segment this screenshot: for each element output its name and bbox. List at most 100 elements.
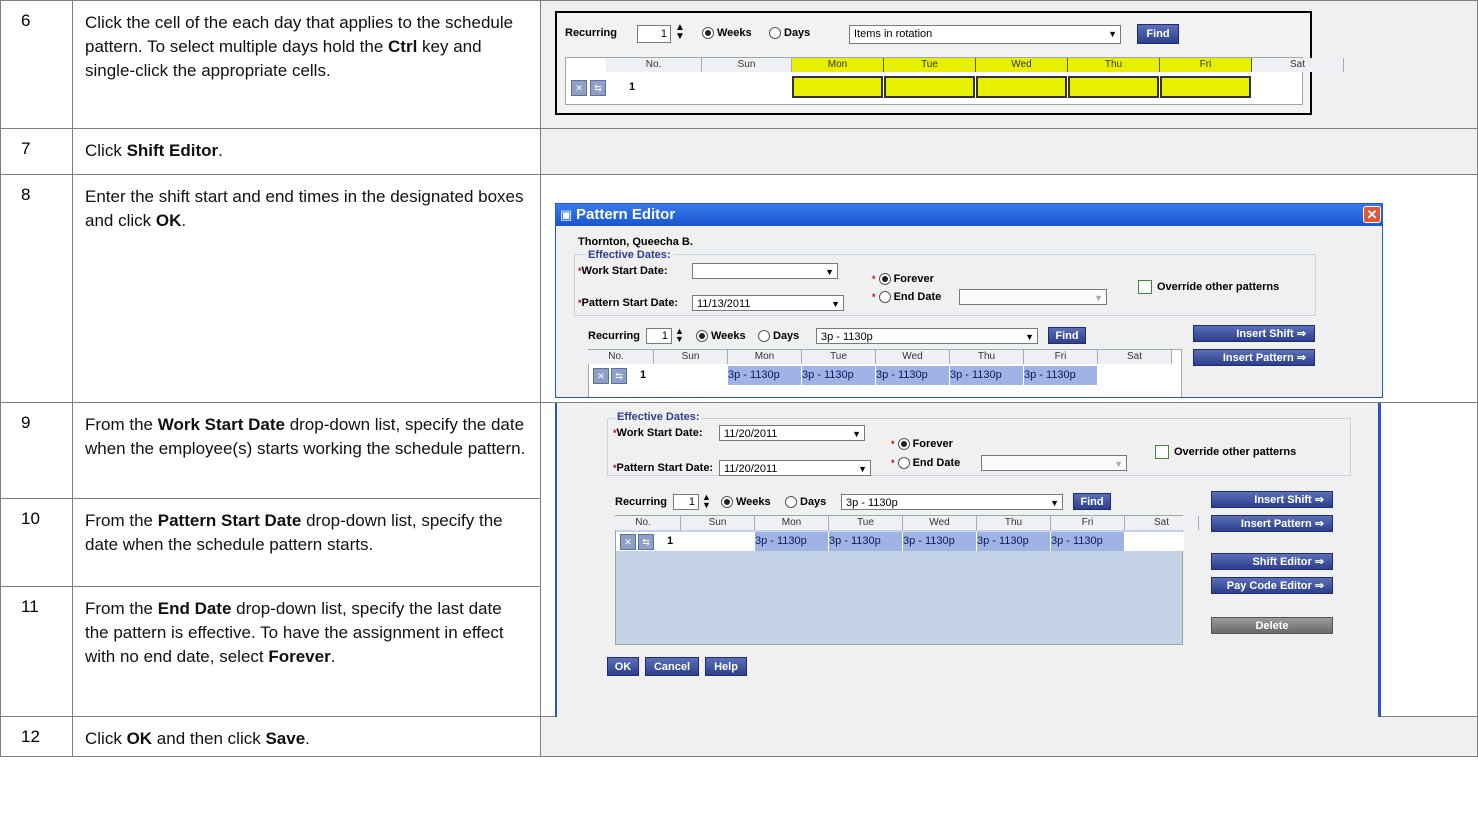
find-button[interactable]: Find <box>1048 327 1086 344</box>
day-cell[interactable]: 3p - 1130p <box>903 532 976 551</box>
override-checkbox[interactable]: Override other patterns <box>1138 280 1279 294</box>
cancel-button[interactable]: Cancel <box>645 657 699 676</box>
delete-button[interactable]: Delete <box>1211 617 1333 634</box>
day-cell[interactable]: 3p - 1130p <box>755 532 828 551</box>
work-start-label: *Work Start Date: <box>613 427 703 439</box>
procedure-table: 6 Click the cell of the each day that ap… <box>0 0 1478 757</box>
step-text: Click the cell of the each day that appl… <box>72 0 541 129</box>
pattern-grid: No. Sun Mon Tue Wed Thu Fri Sat ✕ ⇆ 1 3p - 1130… <box>579 349 1182 397</box>
days-radio[interactable]: Days <box>758 330 799 343</box>
delete-row-icon[interactable]: ✕ <box>571 80 587 96</box>
weeks-radio[interactable]: Weeks <box>702 27 752 40</box>
column-header: Thu <box>950 350 1024 364</box>
pattern-start-combo[interactable]: 11/13/2011 ▼ <box>692 295 844 311</box>
find-button[interactable]: Find <box>1073 493 1111 510</box>
day-cell[interactable]: 3p - 1130p <box>802 366 875 385</box>
column-header: Wed <box>903 516 977 530</box>
column-header: Mon <box>792 58 884 72</box>
delete-row-icon[interactable]: ✕ <box>620 534 636 550</box>
step-text: From the Work Start Date drop-down list,… <box>72 402 541 499</box>
dialog-title: Pattern Editor <box>576 206 676 223</box>
insert-pattern-button[interactable]: Insert Pattern ⇒ <box>1193 349 1315 366</box>
chevron-down-icon: ▼ <box>825 267 834 277</box>
days-radio[interactable]: Days <box>769 27 810 40</box>
end-date-radio[interactable]: * End Date <box>891 457 960 470</box>
window-icon: ▣ <box>560 207 573 222</box>
days-radio[interactable]: Days <box>785 496 826 509</box>
spinner-arrows-icon[interactable]: ▲ ▼ <box>702 493 711 510</box>
insert-shift-button[interactable]: Insert Shift ⇒ <box>1193 325 1315 342</box>
help-button[interactable]: Help <box>705 657 747 676</box>
column-header: Mon <box>755 516 829 530</box>
end-date-combo[interactable]: ▼ <box>959 289 1107 305</box>
day-cell[interactable]: 3p - 1130p <box>1051 532 1124 551</box>
step-number: 8 <box>0 174 73 403</box>
ok-button[interactable]: OK <box>607 657 639 676</box>
close-icon[interactable]: ✕ <box>1363 206 1381 223</box>
weeks-radio[interactable]: Weeks <box>696 330 746 343</box>
day-cell[interactable]: 3p - 1130p <box>977 532 1050 551</box>
end-date-combo[interactable]: ▼ <box>981 455 1127 471</box>
day-cell[interactable] <box>681 532 754 551</box>
swap-row-icon[interactable]: ⇆ <box>611 368 627 384</box>
column-header: No. <box>606 516 681 530</box>
step-number: 7 <box>0 128 73 175</box>
day-cell[interactable]: 3p - 1130p <box>950 366 1023 385</box>
column-header: No. <box>606 58 702 72</box>
shift-combo[interactable]: 3p - 1130p ▼ <box>841 494 1063 510</box>
step-text: Enter the shift start and end times in t… <box>72 174 541 403</box>
work-start-combo[interactable]: ▼ <box>692 263 838 279</box>
day-cell[interactable] <box>1252 76 1343 98</box>
pay-code-editor-button[interactable]: Pay Code Editor ⇒ <box>1211 577 1333 594</box>
day-cell[interactable] <box>1098 366 1171 385</box>
spinner-arrows-icon[interactable]: ▲ ▼ <box>675 327 684 344</box>
day-cell[interactable] <box>1068 76 1159 98</box>
day-cell[interactable] <box>702 76 791 98</box>
screenshot-cell: Effective Dates: *Work Start Date: 11/20… <box>540 402 1478 727</box>
day-cell[interactable] <box>792 76 883 98</box>
weeks-radio[interactable]: Weeks <box>721 496 771 509</box>
end-date-radio[interactable]: * End Date <box>872 291 941 304</box>
column-header: Fri <box>1024 350 1098 364</box>
recurring-panel-screenshot: Recurring 1 ▲ ▼ Weeks Days Items in rotat… <box>555 11 1344 115</box>
step-number: 10 <box>0 498 73 587</box>
recurring-spinner[interactable]: 1 <box>673 494 699 510</box>
day-cell[interactable] <box>976 76 1067 98</box>
day-cell[interactable]: 3p - 1130p <box>728 366 801 385</box>
employee-name: Thornton, Queecha B. <box>578 236 693 248</box>
day-cell[interactable] <box>1125 532 1198 551</box>
day-cell[interactable]: 3p - 1130p <box>829 532 902 551</box>
spinner-arrows-icon[interactable]: ▲ ▼ <box>675 23 685 42</box>
effective-dates-label: Effective Dates: <box>615 411 702 423</box>
column-header: Thu <box>977 516 1051 530</box>
forever-radio[interactable]: * Forever <box>891 438 953 451</box>
rotation-combo[interactable]: Items in rotation ▼ <box>849 25 1121 44</box>
pattern-start-combo[interactable]: 11/20/2011 ▼ <box>719 460 871 476</box>
column-header: Tue <box>802 350 876 364</box>
pattern-editor-screenshot: ▣ Pattern Editor ✕ Thornton, Queecha B. … <box>555 203 1383 398</box>
screenshot-cell: Recurring 1 ▲ ▼ Weeks Days Items in rotat… <box>540 0 1478 129</box>
column-header: Sat <box>1098 350 1172 364</box>
recurring-spinner[interactable]: 1 <box>646 328 672 344</box>
day-cell[interactable] <box>654 366 727 385</box>
delete-row-icon[interactable]: ✕ <box>593 368 609 384</box>
day-cell[interactable] <box>884 76 975 98</box>
day-cell[interactable] <box>1160 76 1251 98</box>
step-number: 9 <box>0 402 73 499</box>
step-text: Click Shift Editor. <box>72 128 541 175</box>
shift-combo[interactable]: 3p - 1130p ▼ <box>816 328 1038 344</box>
day-cell[interactable]: 3p - 1130p <box>1024 366 1097 385</box>
work-start-combo[interactable]: 11/20/2011 ▼ <box>719 425 865 441</box>
recurring-spinner[interactable]: 1 <box>637 25 671 43</box>
insert-shift-button[interactable]: Insert Shift ⇒ <box>1211 491 1333 508</box>
forever-radio[interactable]: * Forever <box>872 273 934 286</box>
swap-row-icon[interactable]: ⇆ <box>590 80 606 96</box>
shift-editor-button[interactable]: Shift Editor ⇒ <box>1211 553 1333 570</box>
day-cell[interactable]: 3p - 1130p <box>876 366 949 385</box>
swap-row-icon[interactable]: ⇆ <box>638 534 654 550</box>
chevron-down-icon: ▼ <box>1108 29 1117 39</box>
insert-pattern-button[interactable]: Insert Pattern ⇒ <box>1211 515 1333 532</box>
find-button[interactable]: Find <box>1137 24 1179 44</box>
column-header: Wed <box>876 350 950 364</box>
override-checkbox[interactable]: Override other patterns <box>1155 445 1296 459</box>
